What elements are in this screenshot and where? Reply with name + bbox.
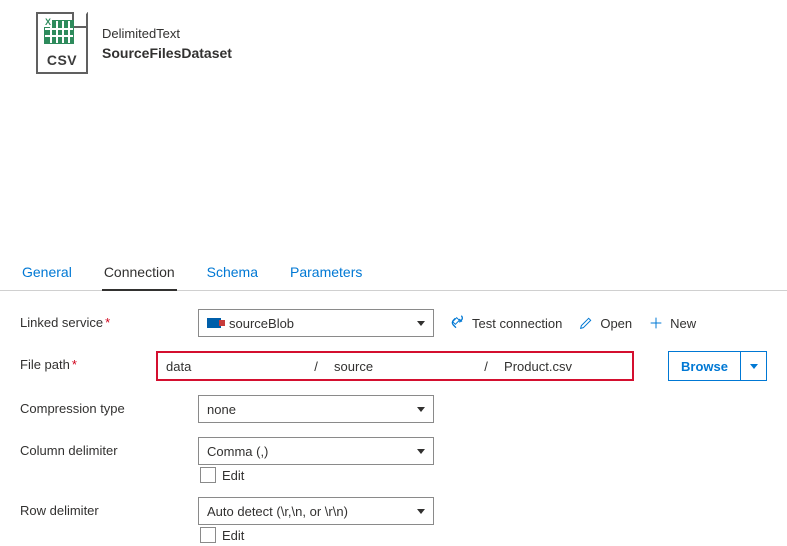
linked-service-label: Linked service* [20, 309, 198, 330]
linked-service-select[interactable]: sourceBlob [198, 309, 434, 337]
tab-general[interactable]: General [20, 256, 74, 290]
chevron-down-icon [750, 364, 758, 369]
file-path-input-group: data / source / Product.csv [156, 351, 634, 381]
test-connection-button[interactable]: Test connection [450, 315, 562, 331]
row-delimiter-select[interactable]: Auto detect (\r,\n, or \r\n) [198, 497, 434, 525]
browse-split-button[interactable] [741, 351, 767, 381]
dataset-header: X CSV DelimitedText SourceFilesDataset [0, 0, 787, 76]
tab-schema[interactable]: Schema [205, 256, 260, 290]
file-path-folder-input[interactable]: source [326, 353, 476, 379]
new-button[interactable]: New [648, 315, 696, 331]
checkbox-icon [200, 467, 216, 483]
chevron-down-icon [417, 321, 425, 326]
blob-storage-icon [207, 318, 221, 328]
plus-icon [648, 315, 664, 331]
dataset-name: SourceFilesDataset [102, 45, 232, 61]
tab-parameters[interactable]: Parameters [288, 256, 364, 290]
browse-button[interactable]: Browse [668, 351, 741, 381]
connection-form: Linked service* sourceBlob Test connecti… [0, 291, 787, 543]
column-delimiter-label: Column delimiter [20, 437, 198, 458]
row-delimiter-edit-checkbox[interactable]: Edit [200, 527, 434, 543]
chevron-down-icon [417, 449, 425, 454]
row-delimiter-label: Row delimiter [20, 497, 198, 518]
column-delimiter-edit-checkbox[interactable]: Edit [200, 467, 434, 483]
compression-type-label: Compression type [20, 395, 198, 416]
column-delimiter-select[interactable]: Comma (,) [198, 437, 434, 465]
chevron-down-icon [417, 407, 425, 412]
tab-connection[interactable]: Connection [102, 256, 177, 290]
pencil-icon [578, 315, 594, 331]
file-path-label: File path* [20, 351, 156, 372]
file-path-file-input[interactable]: Product.csv [496, 353, 632, 379]
open-button[interactable]: Open [578, 315, 632, 331]
compression-type-select[interactable]: none [198, 395, 434, 423]
chevron-down-icon [417, 509, 425, 514]
tab-strip: General Connection Schema Parameters [0, 256, 787, 291]
file-path-container-input[interactable]: data [158, 353, 306, 379]
csv-file-icon: X CSV [36, 12, 88, 76]
checkbox-icon [200, 527, 216, 543]
dataset-type-label: DelimitedText [102, 26, 232, 41]
plug-icon [450, 315, 466, 331]
